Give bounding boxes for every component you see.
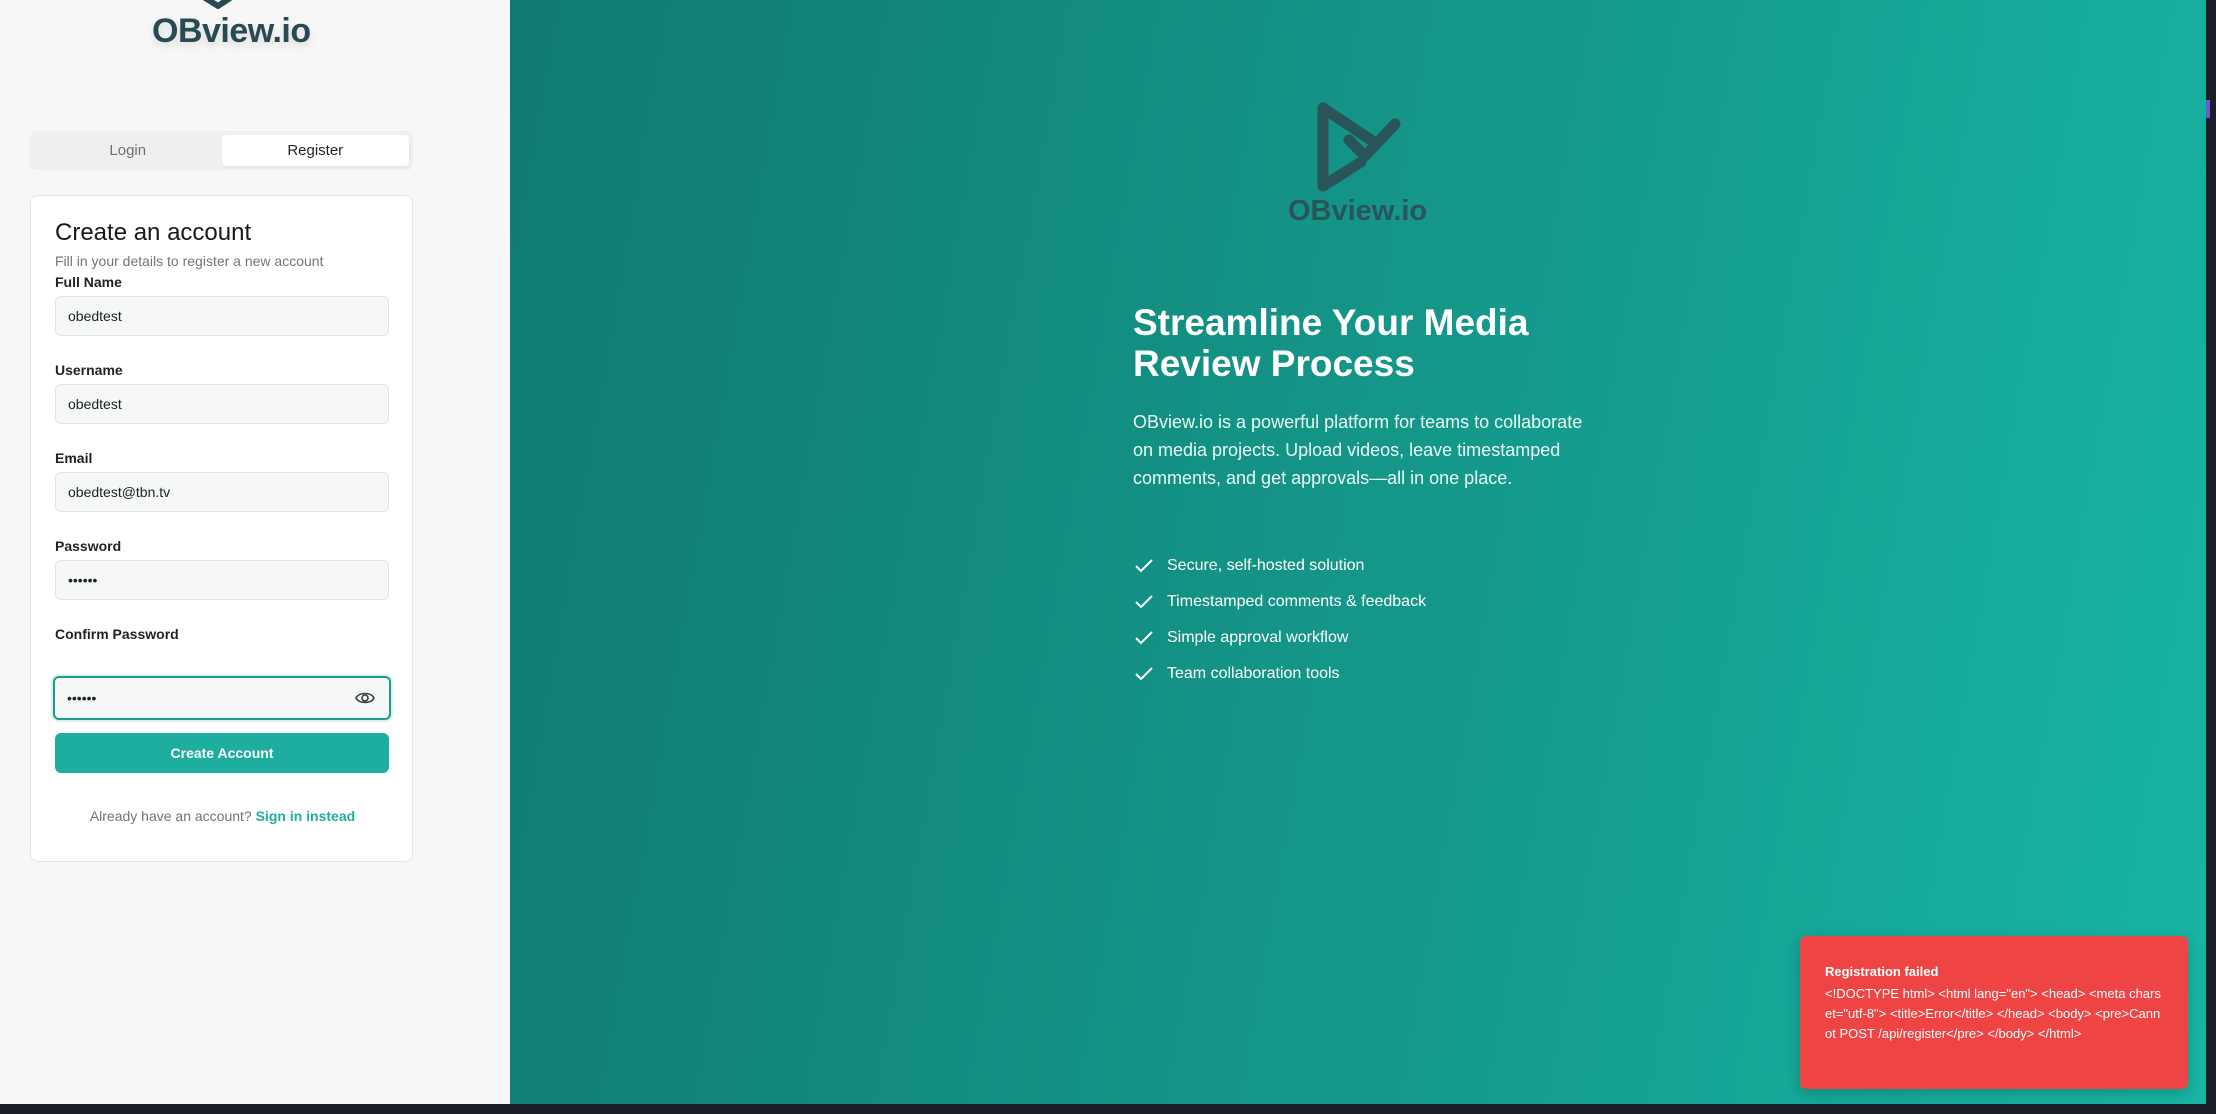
full-name-label: Full Name	[55, 274, 122, 290]
feature-item: Timestamped comments & feedback	[1133, 584, 1426, 620]
tab-login[interactable]: Login	[34, 135, 222, 166]
brand-name: OBview.io	[152, 12, 311, 50]
signin-prompt-row: Already have an account? Sign in instead	[31, 808, 414, 824]
create-account-button[interactable]: Create Account	[55, 733, 389, 773]
toast-message: <!DOCTYPE html> <html lang="en"> <head> …	[1825, 986, 2161, 1041]
adjacent-window-edge	[2206, 0, 2216, 1114]
feature-item: Secure, self-hosted solution	[1133, 548, 1426, 584]
email-field[interactable]: obedtest@tbn.tv	[55, 472, 389, 512]
form-title: Create an account	[55, 219, 252, 246]
feature-label: Secure, self-hosted solution	[1167, 557, 1365, 574]
confirm-password-value: ••••••	[67, 690, 97, 706]
brand-logo: OBview.io	[150, 0, 311, 55]
password-label: Password	[55, 538, 122, 554]
hero-description: OBview.io is a powerful platform for tea…	[1133, 412, 1583, 488]
email-value: obedtest@tbn.tv	[68, 484, 171, 500]
feature-list: Secure, self-hosted solution Timestamped…	[1133, 548, 1426, 692]
tab-register[interactable]: Register	[221, 135, 409, 166]
feature-label: Timestamped comments & feedback	[1167, 593, 1427, 610]
status-strip	[0, 1104, 2216, 1114]
hero-headline: Streamline Your Media Review Process	[1133, 302, 1529, 384]
hero-copy: Streamline Your Media Review Process OBv…	[1133, 302, 1593, 492]
check-icon	[1135, 559, 1153, 573]
check-icon	[1135, 667, 1153, 681]
username-field[interactable]: obedtest	[55, 384, 389, 424]
confirm-password-field[interactable]: ••••••	[53, 676, 391, 720]
check-icon	[1135, 631, 1153, 645]
auth-tabs: Login Register	[30, 131, 413, 170]
feature-item: Team collaboration tools	[1133, 656, 1426, 692]
username-value: obedtest	[68, 396, 122, 412]
error-toast[interactable]: Registration failed <!DOCTYPE html> <htm…	[1800, 936, 2188, 1089]
full-name-value: obedtest	[68, 308, 122, 324]
hero-brand-name: OBview.io	[1288, 195, 1428, 227]
auth-panel: OBview.io Login Register Create an accou…	[0, 0, 510, 1114]
signin-prompt: Already have an account?	[89, 808, 252, 824]
check-icon	[1135, 595, 1153, 609]
form-subtitle: Fill in your details to register a new a…	[55, 253, 324, 269]
register-card: Create an account Fill in your details t…	[30, 195, 413, 862]
feature-label: Simple approval workflow	[1167, 629, 1349, 646]
username-label: Username	[55, 362, 123, 378]
full-name-field[interactable]: obedtest	[55, 296, 389, 336]
play-check-icon	[1317, 102, 1401, 192]
password-value: ••••••	[68, 572, 98, 588]
password-field[interactable]: ••••••	[55, 560, 389, 600]
feature-item: Simple approval workflow	[1133, 620, 1426, 656]
eye-icon[interactable]	[355, 689, 375, 707]
toast-title: Registration failed	[1825, 964, 1939, 979]
hero-logo: OBview.io	[1285, 100, 1435, 230]
email-label: Email	[55, 450, 93, 466]
sign-in-link[interactable]: Sign in instead	[256, 808, 356, 824]
edge-accent	[2206, 100, 2210, 118]
confirm-password-label: Confirm Password	[55, 626, 179, 642]
feature-label: Team collaboration tools	[1167, 665, 1340, 682]
